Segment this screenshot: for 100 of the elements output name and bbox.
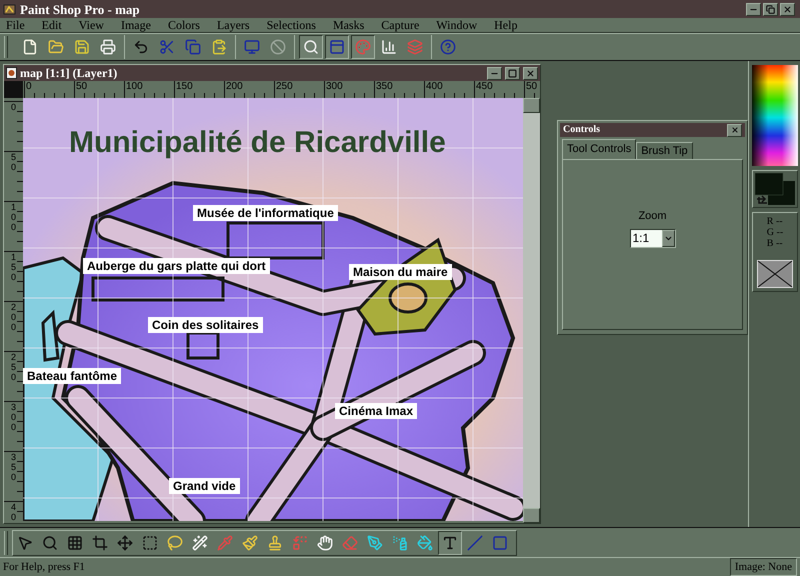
- zoom-button[interactable]: [299, 35, 323, 59]
- ruler-corner: [4, 81, 23, 98]
- ruler-label: 40: [11, 502, 17, 522]
- menu-item[interactable]: Edit: [42, 19, 62, 31]
- square-icon: [492, 534, 508, 550]
- status-text: For Help, press F1: [3, 560, 85, 575]
- map-label: Coin des solitaires: [148, 317, 263, 333]
- eraser-icon: [342, 534, 358, 550]
- restore-button[interactable]: [763, 2, 778, 16]
- pen-icon: [367, 534, 383, 550]
- map-label: Bateau fantôme: [23, 368, 122, 384]
- help-icon: [440, 39, 456, 55]
- close-button[interactable]: [727, 124, 742, 136]
- close-button[interactable]: [780, 2, 795, 16]
- channel-reading: G --: [766, 227, 784, 238]
- menu-item[interactable]: Help: [494, 19, 518, 31]
- ruler-label: 50: [526, 81, 538, 93]
- paint-bucket-icon: [417, 534, 433, 550]
- minimize-button[interactable]: [487, 66, 502, 80]
- map-label: Musée de l'informatique: [193, 205, 338, 221]
- menu-item[interactable]: Capture: [381, 19, 420, 31]
- arrow-icon: [17, 534, 33, 550]
- ruler-label: 150: [11, 252, 17, 282]
- scissors-icon: [159, 39, 175, 55]
- page-icon: [22, 39, 38, 55]
- ruler-label: 0: [26, 81, 32, 93]
- ruler-label: 250: [11, 352, 17, 382]
- replace-icon: [292, 534, 308, 550]
- menu-item[interactable]: View: [78, 19, 104, 31]
- zoom-label: Zoom: [638, 209, 667, 224]
- maximize-icon: [508, 68, 517, 78]
- circle-slash-icon: [270, 39, 286, 55]
- menu-item[interactable]: Image: [120, 19, 151, 31]
- folder-icon: [48, 39, 64, 55]
- ruler-label: 150: [176, 81, 193, 93]
- map-heading: Municipalité de Ricardville: [69, 125, 446, 161]
- ruler-label: 450: [476, 81, 493, 93]
- pipette-icon: [217, 534, 233, 550]
- document-title: map [1:1] (Layer1): [20, 67, 118, 79]
- map-label: Auberge du gars platte qui dort: [83, 258, 270, 274]
- ruler-label: 100: [11, 202, 17, 232]
- panel-title: Controls: [563, 125, 600, 135]
- menu-item[interactable]: File: [6, 19, 25, 31]
- close-icon: [783, 4, 792, 14]
- menu-item[interactable]: Masks: [332, 19, 364, 31]
- minimize-button[interactable]: [746, 2, 761, 16]
- ruler-label: 200: [11, 302, 17, 332]
- tab[interactable]: Brush Tip: [636, 142, 693, 159]
- map-label: Cinéma Imax: [335, 403, 418, 419]
- move-icon: [117, 534, 133, 550]
- channel-reading: B --: [766, 238, 784, 249]
- app-icon: [3, 2, 16, 16]
- color-swatches-drawing[interactable]: [754, 172, 796, 206]
- zoom-dropdown[interactable]: 1:1: [630, 228, 676, 248]
- menu-item[interactable]: Selections: [266, 19, 316, 31]
- restore-icon: [766, 4, 775, 14]
- close-icon: [730, 126, 738, 134]
- menu-item[interactable]: Layers: [216, 19, 250, 31]
- magnifier-icon: [42, 534, 58, 550]
- image-status: Image: None: [730, 558, 797, 576]
- crop-icon: [92, 534, 108, 550]
- window-icon: [329, 39, 345, 55]
- dashed-square-icon: [142, 534, 158, 550]
- ruler-label: 100: [126, 81, 143, 93]
- vertical-scrollbar[interactable]: [523, 98, 540, 523]
- printer-icon: [100, 39, 116, 55]
- layers-icon: [407, 39, 423, 55]
- map-label: Maison du maire: [349, 264, 452, 280]
- document-icon: [6, 67, 17, 79]
- undo-icon: [133, 39, 149, 55]
- paintbrush-icon: [242, 534, 258, 550]
- color-spectrum[interactable]: [752, 65, 798, 166]
- magnifier-icon: [303, 39, 319, 55]
- letter-icon: [442, 534, 458, 550]
- maximize-button[interactable]: [505, 66, 520, 80]
- palette-button[interactable]: [351, 35, 375, 59]
- ruler-label: 350: [11, 452, 17, 482]
- window-title: Paint Shop Pro - map: [20, 2, 141, 16]
- ruler-label: 200: [226, 81, 243, 93]
- ruler-label: 50: [11, 152, 17, 172]
- hand-icon: [317, 534, 333, 550]
- menu-item[interactable]: Window: [436, 19, 478, 31]
- lasso-icon: [167, 534, 183, 550]
- spray-can-icon: [392, 534, 408, 550]
- monitor-icon: [244, 39, 260, 55]
- bar-chart-icon: [381, 39, 397, 55]
- clipboard-icon: [211, 39, 227, 55]
- close-button[interactable]: [523, 66, 538, 80]
- tab[interactable]: Tool Controls: [562, 139, 636, 159]
- text-button[interactable]: [438, 530, 462, 554]
- overview-button[interactable]: [325, 35, 349, 59]
- ruler-label: 300: [11, 402, 17, 432]
- menu-item[interactable]: Colors: [168, 19, 200, 31]
- ruler-label: 0: [11, 102, 17, 112]
- ruler-label: 400: [426, 81, 443, 93]
- ruler-label: 350: [376, 81, 393, 93]
- ruler-label: 300: [326, 81, 343, 93]
- line-icon: [467, 534, 483, 550]
- close-icon: [526, 68, 535, 78]
- copy-icon: [185, 39, 201, 55]
